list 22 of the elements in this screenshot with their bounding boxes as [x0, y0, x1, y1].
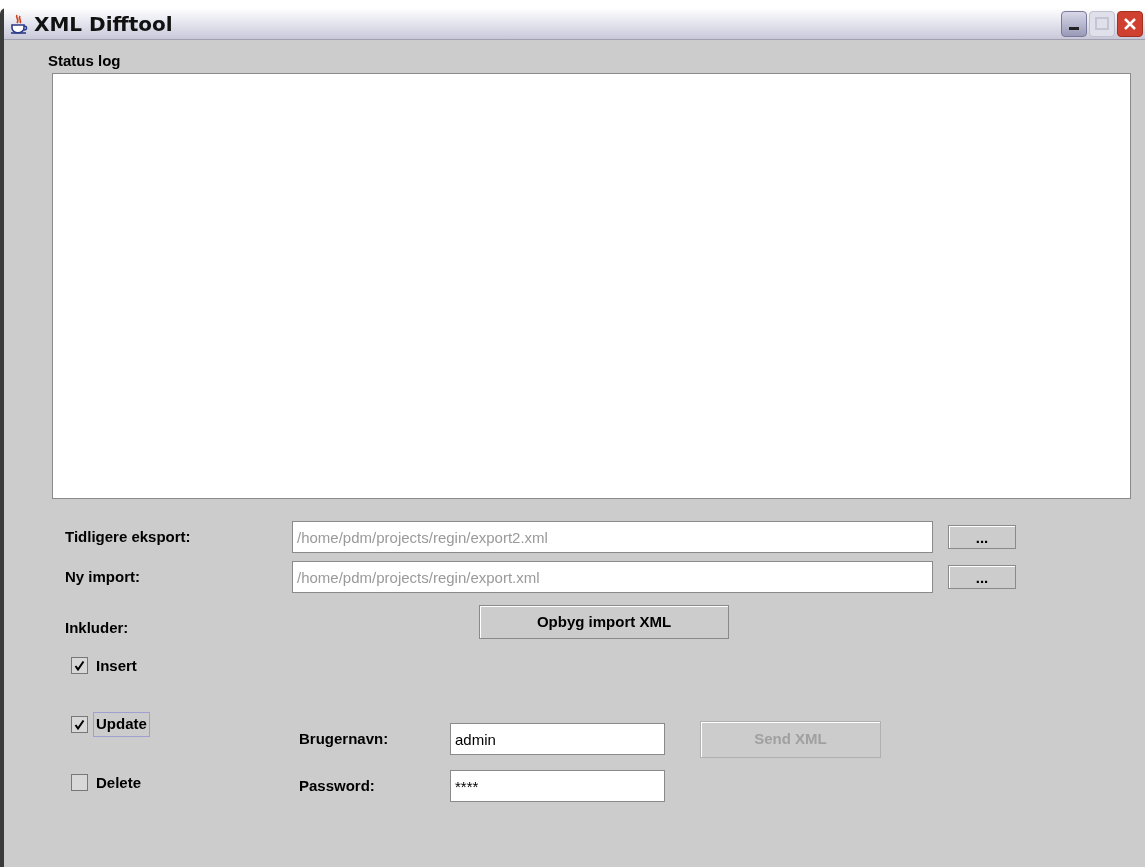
coffee-cup-icon [8, 12, 30, 35]
minimize-icon [1069, 26, 1079, 30]
build-xml-button[interactable]: Opbyg import XML [479, 605, 729, 639]
maximize-icon [1095, 17, 1109, 30]
include-label: Inkluder: [65, 618, 130, 638]
checkbox-label: Delete [95, 772, 143, 793]
checkbox-label: Update [93, 712, 150, 737]
password-field[interactable]: **** [450, 770, 665, 802]
status-log-label: Status log [48, 52, 122, 70]
checkbox[interactable] [71, 715, 88, 733]
field-label: Password: [299, 775, 376, 796]
checkbox[interactable] [71, 774, 88, 792]
window-title: XML Difftool [34, 10, 173, 38]
field-label: Ny import: [65, 566, 141, 587]
checkbox[interactable] [71, 657, 88, 675]
minimize-button[interactable] [1061, 10, 1087, 37]
field-label: Tidligere eksport: [65, 526, 192, 547]
checkbox-label: Insert [95, 655, 138, 676]
close-icon [1122, 15, 1138, 32]
close-button[interactable] [1117, 10, 1143, 37]
field-label: Brugernavn: [299, 728, 390, 749]
username-field[interactable]: admin [450, 723, 665, 755]
